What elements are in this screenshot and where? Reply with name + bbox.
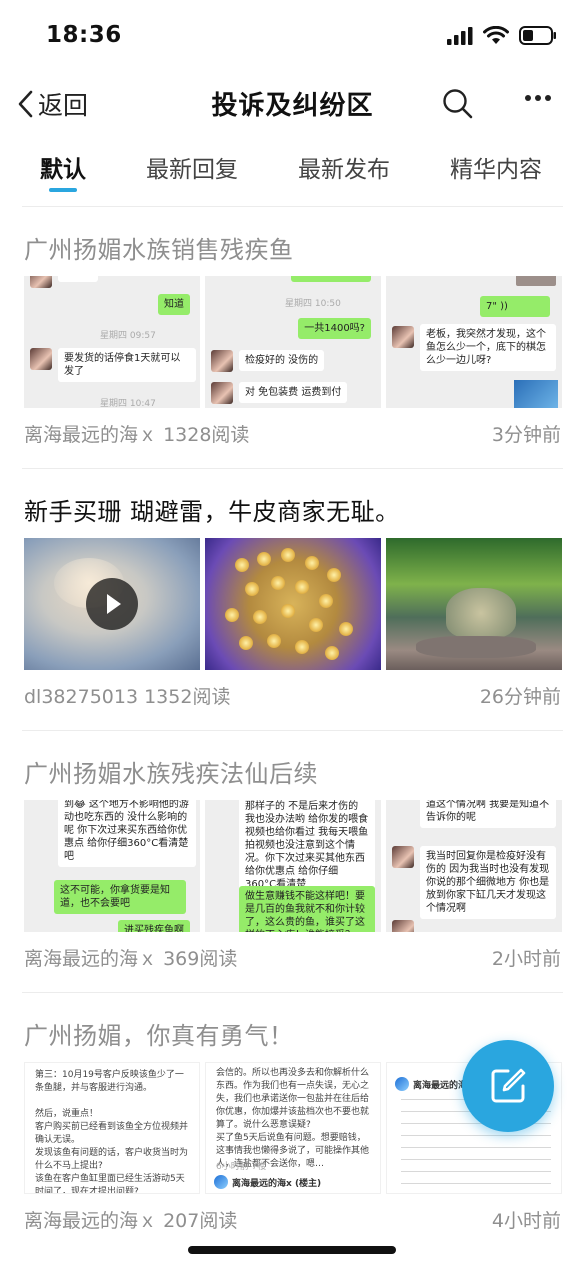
post-thumbnails: 到😂 这个地方不影响他的游动也吃东西的 没什么影响的呢 你下次过来买东西给你优惠… xyxy=(24,800,562,932)
post-thumbnails xyxy=(24,538,562,670)
chat-bubble: 那样子的 不是后来才伤的 我也没办法哟 给你发的喂食视频也给你看过 我每天喂鱼拍… xyxy=(239,800,375,895)
tab-latest-publish[interactable]: 最新发布 xyxy=(298,150,390,184)
read-count: 207阅读 xyxy=(163,1210,238,1232)
avatar xyxy=(211,382,233,404)
post-item[interactable]: 新手买珊 瑚避雷，牛皮商家无耻。 dl38275013 1352阅读 26分钟前 xyxy=(0,468,585,730)
wifi-icon xyxy=(483,26,509,44)
chat-timestamp: 星期四 09:57 xyxy=(100,331,156,341)
read-count: 1352阅读 xyxy=(144,686,231,708)
document-screenshot-thumbnail[interactable]: 会信的。所以也再没多去和你解析什么东西。作为我们也有一点失误，无心之失，我们也承… xyxy=(205,1062,381,1194)
post-meta: 离海最远的海ｘ 1328阅读 3分钟前 xyxy=(24,420,561,447)
tab-latest-reply[interactable]: 最新回复 xyxy=(146,150,238,184)
home-indicator xyxy=(188,1246,396,1254)
search-icon[interactable] xyxy=(442,88,474,120)
post-author[interactable]: 离海最远的海ｘ xyxy=(24,1210,157,1232)
post-title[interactable]: 新手买珊 瑚避雷，牛皮商家无耻。 xyxy=(24,492,400,527)
chat-screenshot-thumbnail[interactable]: 到😂 这个地方不影响他的游动也吃东西的 没什么影响的呢 你下次过来买东西给你优惠… xyxy=(24,800,200,932)
chat-bubble: 老板，我突然才发现，这个鱼怎么少一个，底下的棋怎么少一边儿呀? xyxy=(420,324,556,371)
status-icons xyxy=(447,26,557,45)
chat-screenshot-thumbnail[interactable]: 7" )) 老板，我突然才发现，这个鱼怎么少一个，底下的棋怎么少一边儿呀? xyxy=(386,276,562,408)
post-author[interactable]: 离海最远的海ｘ xyxy=(24,948,157,970)
chat-bubble: 我当时回复你是检疫好没有伤的 因为我当时也没有发现你说的那个细微地方 你也是放到… xyxy=(420,846,556,919)
chat-bubble: 进买残疾鱼啊 xyxy=(118,920,190,932)
avatar xyxy=(211,350,233,372)
avatar xyxy=(30,348,52,370)
chat-bubble: 7" )) xyxy=(480,296,550,317)
avatar xyxy=(392,846,414,868)
video-thumbnail[interactable] xyxy=(24,538,200,670)
reply-author: 离海最远的海x (楼主) xyxy=(232,1179,322,1189)
post-time: 26分钟前 xyxy=(479,686,561,708)
chat-screenshot-thumbnail[interactable]: 道这个情况啊 我要是知道不告诉你的呢 我当时回复你是检疫好没有伤的 因为我当时也… xyxy=(386,800,562,932)
more-icon[interactable] xyxy=(524,94,552,102)
compose-button[interactable] xyxy=(462,1040,554,1132)
chat-screenshot-thumbnail[interactable]: 星期四 10:50 一共1400吗? 检疫好的 没伤的 对 免包装费 运费到付 xyxy=(205,276,381,408)
active-tab-indicator xyxy=(49,188,77,192)
nav-bar: 返回 投诉及纠纷区 xyxy=(0,72,585,134)
post-title[interactable]: 广州扬媚，你真有勇气！ xyxy=(24,1016,294,1051)
tab-default[interactable]: 默认 xyxy=(40,150,86,184)
post-meta: 离海最远的海ｘ 207阅读 4小时前 xyxy=(24,1206,561,1233)
chat-bubble: 知道 xyxy=(158,294,190,315)
post-meta: dl38275013 1352阅读 26分钟前 xyxy=(24,682,561,709)
document-text: 第三：10月19号客户反映该鱼少了一条鱼腿，并与客服进行沟通。 然后，说重点！ … xyxy=(35,1070,189,1194)
document-text: 会信的。所以也再没多去和你解析什么东西。作为我们也有一点失误，无心之失，我们也承… xyxy=(216,1068,370,1169)
chat-timestamp: 星期四 10:50 xyxy=(285,299,341,309)
chat-bubble: 道这个情况啊 我要是知道不告诉你的呢 xyxy=(420,800,556,828)
post-time: 3分钟前 xyxy=(491,424,561,446)
post-meta: 离海最远的海ｘ 369阅读 2小时前 xyxy=(24,944,561,971)
tab-featured[interactable]: 精华内容 xyxy=(450,150,542,184)
chat-screenshot-thumbnail[interactable]: 那样子的 不是后来才伤的 我也没办法哟 给你发的喂食视频也给你看过 我每天喂鱼拍… xyxy=(205,800,381,932)
chat-bubble: 检疫好的 没伤的 xyxy=(239,350,325,371)
chat-timestamp: 星期四 10:47 xyxy=(100,399,156,408)
document-screenshot-thumbnail[interactable]: 第三：10月19号客户反映该鱼少了一条鱼腿，并与客服进行沟通。 然后，说重点！ … xyxy=(24,1062,200,1194)
coral-photo-thumbnail[interactable] xyxy=(386,538,562,670)
coral-photo-thumbnail[interactable] xyxy=(205,538,381,670)
reply-meta: 6小时前 7楼 xyxy=(216,1162,267,1172)
post-title[interactable]: 广州扬媚水族销售残疾鱼 xyxy=(24,230,294,265)
post-author[interactable]: dl38275013 xyxy=(24,686,138,708)
post-thumbnails: 知道 星期四 09:57 要发货的话停食1天就可以发了 星期四 10:47 星期… xyxy=(24,276,562,408)
chat-bubble: 一共1400吗? xyxy=(298,318,371,339)
avatar xyxy=(214,1175,228,1189)
read-count: 369阅读 xyxy=(163,948,238,970)
chat-screenshot-thumbnail[interactable]: 知道 星期四 09:57 要发货的话停食1天就可以发了 星期四 10:47 xyxy=(24,276,200,408)
tab-bar: 默认 最新回复 最新发布 精华内容 xyxy=(0,138,585,202)
post-time: 2小时前 xyxy=(491,948,561,970)
play-icon[interactable] xyxy=(86,578,138,630)
chat-bubble: 对 免包装费 运费到付 xyxy=(239,382,348,403)
avatar xyxy=(392,920,414,932)
chat-bubble: 到😂 这个地方不影响他的游动也吃东西的 没什么影响的呢 你下次过来买东西给你优惠… xyxy=(58,800,196,867)
status-bar: 18:36 xyxy=(0,0,585,72)
chat-bubble: 做生意赚钱不能这样吧！要是几百的鱼我就不和你计较了，这么贵的鱼，谁买了这样的不心… xyxy=(239,886,375,932)
chat-bubble: 这不可能，你拿货要是知道，也不会要吧 xyxy=(54,880,186,914)
chat-bubble: 要发货的话停食1天就可以发了 xyxy=(58,348,196,382)
post-title[interactable]: 广州扬媚水族残疾法仙后续 xyxy=(24,754,318,789)
post-time: 4小时前 xyxy=(491,1210,561,1232)
avatar xyxy=(392,326,414,348)
read-count: 1328阅读 xyxy=(163,424,250,446)
post-item[interactable]: 广州扬媚水族销售残疾鱼 知道 星期四 09:57 要发货的话停食1天就可以发了 … xyxy=(0,206,585,468)
post-item[interactable]: 广州扬媚水族残疾法仙后续 到😂 这个地方不影响他的游动也吃东西的 没什么影响的呢… xyxy=(0,730,585,992)
status-time: 18:36 xyxy=(46,22,122,48)
post-author[interactable]: 离海最远的海ｘ xyxy=(24,424,157,446)
cellular-signal-icon xyxy=(447,26,473,45)
edit-icon xyxy=(491,1068,526,1103)
battery-icon xyxy=(519,26,556,45)
page-title: 投诉及纠纷区 xyxy=(211,91,374,121)
avatar xyxy=(395,1077,409,1091)
avatar xyxy=(30,276,52,288)
